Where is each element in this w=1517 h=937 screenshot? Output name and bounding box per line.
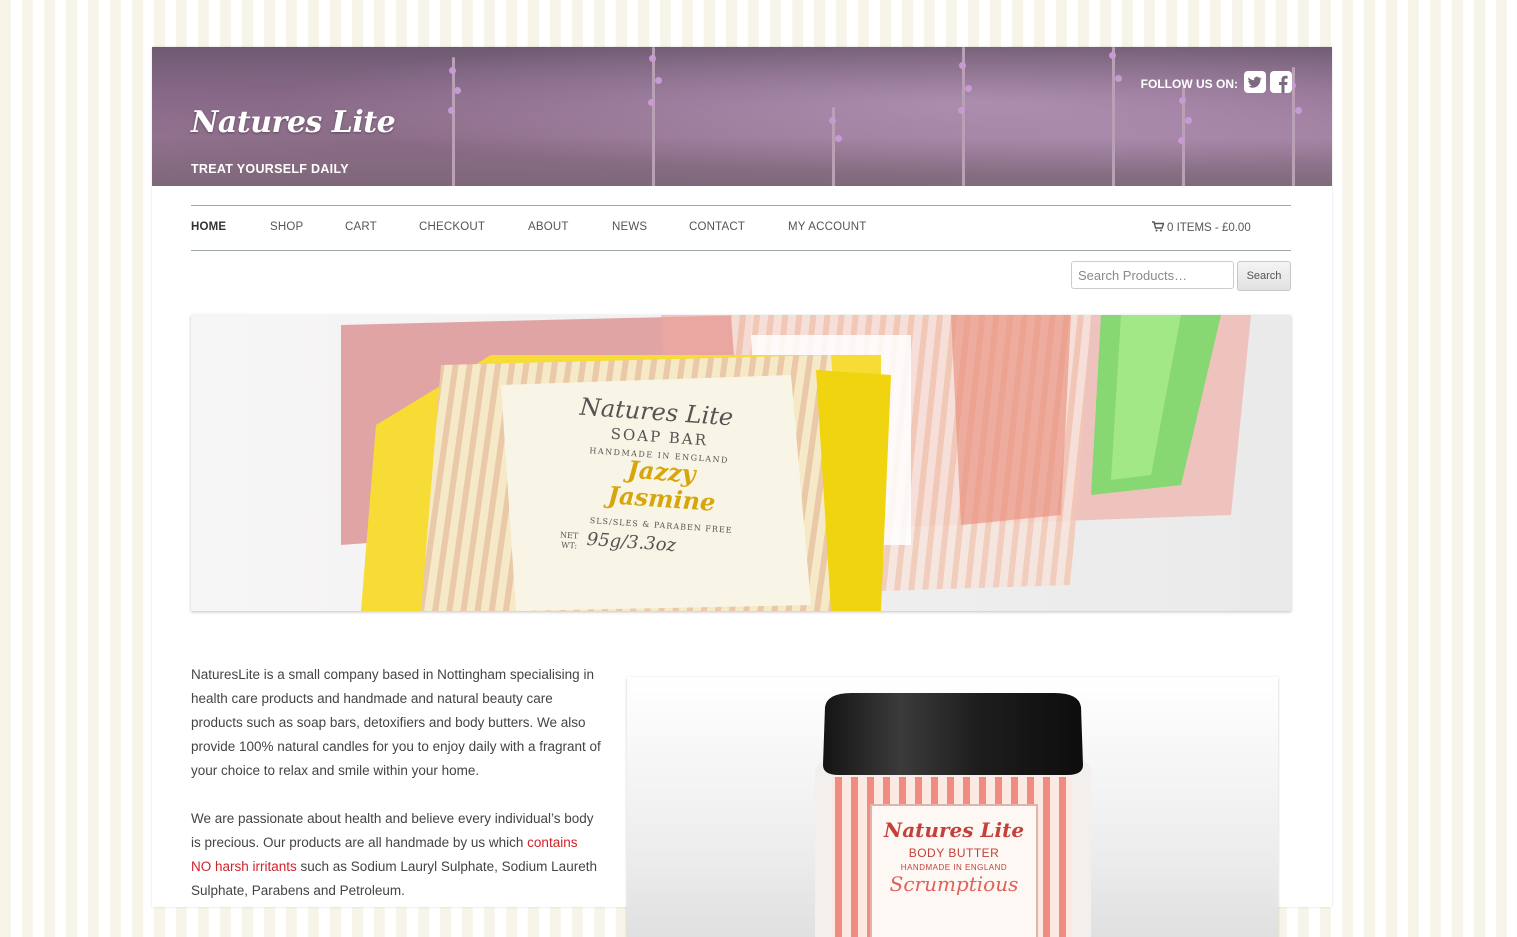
nav-my-account[interactable]: MY ACCOUNT [788,221,866,233]
intro-paragraph-1: NaturesLite is a small company based in … [191,667,601,778]
product-label-type: BODY BUTTER [909,846,1000,860]
twitter-icon[interactable] [1244,71,1266,93]
site-header: Natures Lite TREAT YOURSELF DAILY FOLLOW… [152,47,1332,186]
follow-label: FOLLOW US ON: [1140,77,1238,91]
main-navigation: HOME SHOP CART CHECKOUT ABOUT NEWS CONTA… [191,205,1291,251]
nav-news[interactable]: NEWS [612,221,647,233]
site-tagline: TREAT YOURSELF DAILY [191,162,349,176]
product-label-name: Scrumptious [890,872,1019,896]
search-input[interactable] [1071,261,1234,289]
search-button[interactable]: Search [1237,261,1291,291]
nav-home[interactable]: HOME [191,221,226,233]
nav-cart[interactable]: CART [345,221,377,233]
cart-icon [1152,221,1165,235]
product-label-origin: HANDMADE IN ENGLAND [901,863,1007,872]
page-container: Natures Lite TREAT YOURSELF DAILY FOLLOW… [152,47,1332,937]
body-butter-image: Natures Lite BODY BUTTER HANDMADE IN ENG… [627,677,1278,937]
product-search: Search [1071,261,1291,291]
nav-contact[interactable]: CONTACT [689,221,745,233]
hero-label-wt: WT: [561,540,578,550]
site-title[interactable]: Natures Lite [191,105,396,140]
intro-paragraph-2: We are passionate about health and belie… [191,807,601,903]
product-label-brand: Natures Lite [883,818,1024,842]
intro-text: NaturesLite is a small company based in … [191,663,601,927]
nav-shop[interactable]: SHOP [270,221,303,233]
hero-image: Natures Lite SOAP BAR HANDMADE IN ENGLAN… [191,315,1291,611]
hero-label-net: NET [560,530,579,540]
cart-summary-text: 0 ITEMS - £0.00 [1167,222,1251,234]
social-follow: FOLLOW US ON: [1141,71,1292,93]
facebook-icon[interactable] [1270,71,1292,93]
cart-summary-link[interactable]: 0 ITEMS - £0.00 [1152,221,1251,235]
nav-about[interactable]: ABOUT [528,221,569,233]
nav-checkout[interactable]: CHECKOUT [419,221,485,233]
